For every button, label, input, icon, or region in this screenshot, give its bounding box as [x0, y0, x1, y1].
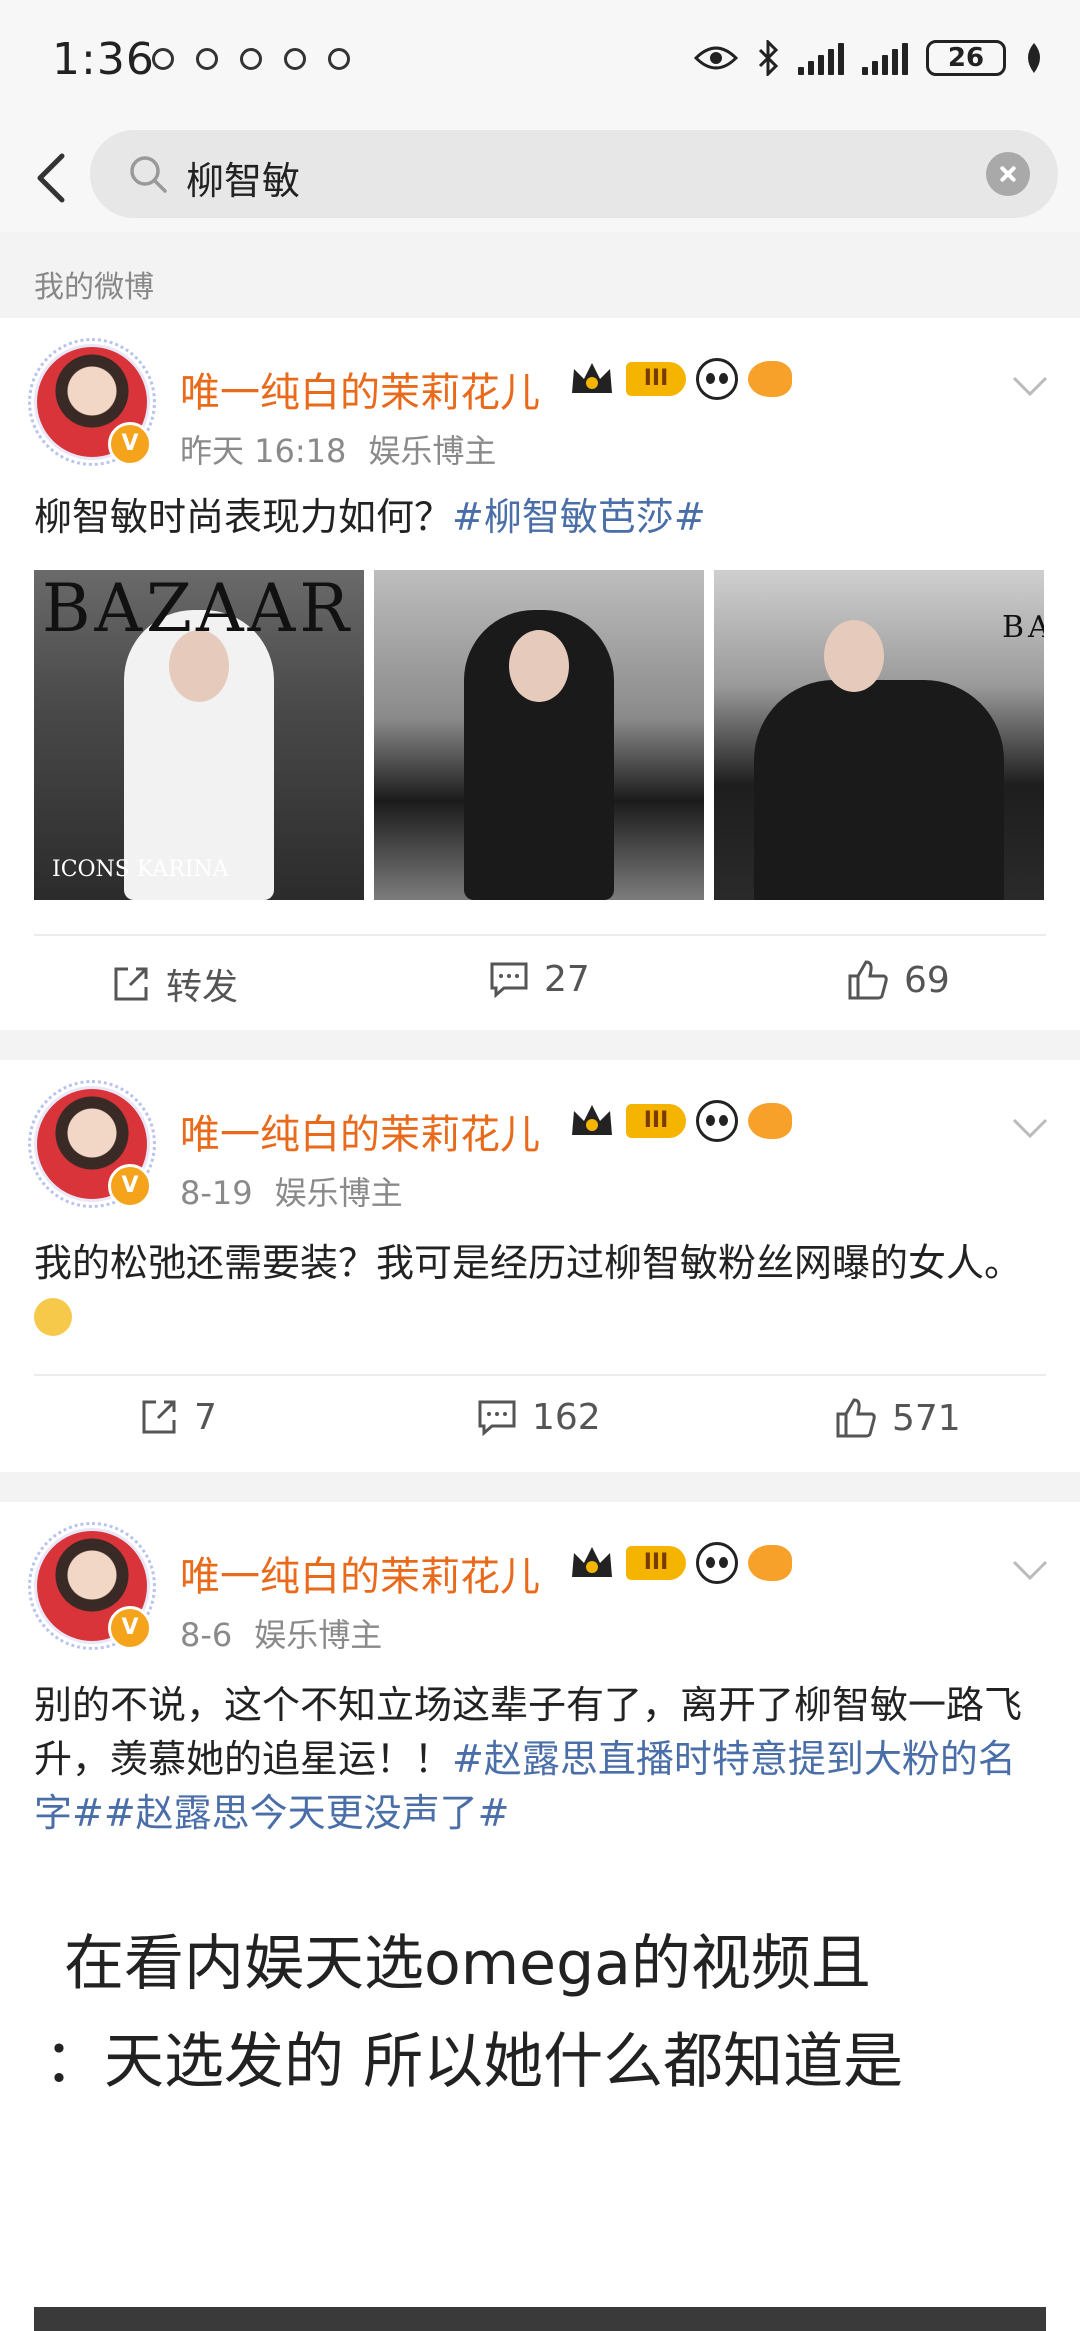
- post-text: 柳智敏时尚表现力如何？#柳智敏芭莎#: [34, 490, 1050, 544]
- status-bar: 1:36 26: [0, 0, 1080, 124]
- user-badges: III: [568, 1542, 792, 1584]
- post-time: 8-19: [180, 1174, 253, 1212]
- comment-icon: [478, 1400, 516, 1437]
- eye-icon: [694, 46, 738, 70]
- crown-icon: [572, 363, 612, 393]
- thumbs-up-icon: [836, 1398, 876, 1438]
- leaf-icon: [1028, 43, 1040, 73]
- post-source: 娱乐博主: [254, 1616, 383, 1654]
- post-meta: 昨天 16:18 娱乐博主: [180, 426, 496, 472]
- image-title: BAZAAR: [42, 570, 354, 647]
- post-text: 别的不说，这个不知立场这辈子有了，离开了柳智敏一路飞升，羡慕她的追星运！！#赵露…: [34, 1678, 1050, 1840]
- video-progress-track: [34, 2307, 1046, 2331]
- post-text-content: 柳智敏时尚表现力如何？: [34, 495, 453, 539]
- panda-icon: [696, 358, 738, 400]
- image-face: [824, 620, 884, 692]
- status-time: 1:36: [52, 34, 155, 85]
- battery-icon: 26: [926, 40, 1006, 76]
- repost-button[interactable]: 7: [138, 1396, 217, 1438]
- video-caption-line: 在看内娱天选omega的视频且: [64, 1929, 871, 1999]
- image-title: BA: [1002, 610, 1044, 645]
- notification-icon: [240, 48, 262, 70]
- bluetooth-icon: [758, 40, 779, 76]
- user-badges: III: [568, 1100, 792, 1142]
- post-card[interactable]: V 唯一纯白的茉莉花儿 III 8-19 娱乐博主 我的松弛还需要装？我可是经历过…: [0, 1060, 1080, 1472]
- notification-icon: [284, 48, 306, 70]
- like-count: 571: [892, 1397, 961, 1439]
- verified-badge-icon: V: [108, 1164, 152, 1208]
- fish-icon: [748, 1545, 792, 1581]
- back-arrow-icon[interactable]: [20, 142, 90, 212]
- post-image[interactable]: [374, 570, 704, 900]
- clear-search-button[interactable]: [986, 152, 1030, 196]
- section-title: 我的微博: [34, 270, 154, 305]
- crown-icon: [572, 1105, 612, 1135]
- panda-icon: [696, 1100, 738, 1142]
- share-icon: [114, 967, 148, 1001]
- fish-icon: [748, 1103, 792, 1139]
- video-caption-line: ：天选发的 所以她什么都知道是: [44, 2027, 904, 2097]
- notification-icon: [196, 48, 218, 70]
- signal-icon: [862, 41, 908, 75]
- author-name[interactable]: 唯一纯白的茉莉花儿: [180, 1102, 540, 1160]
- chevron-down-icon[interactable]: [1010, 1550, 1050, 1590]
- verified-badge-icon: V: [108, 1606, 152, 1650]
- post-meta: 8-6 娱乐博主: [180, 1610, 382, 1656]
- like-count: 69: [904, 959, 950, 1001]
- post-source: 娱乐博主: [274, 1174, 403, 1212]
- status-indicators: 26: [694, 40, 1044, 76]
- post-time: 8-6: [180, 1616, 233, 1654]
- post-text-content: 我的松弛还需要装？我可是经历过柳智敏粉丝网曝的女人。: [34, 1241, 1023, 1285]
- topic-tag[interactable]: #柳智敏芭莎#: [452, 495, 706, 539]
- level-badge: III: [626, 1546, 686, 1580]
- search-input[interactable]: 柳智敏: [186, 150, 300, 205]
- search-icon: [130, 156, 167, 193]
- author-name[interactable]: 唯一纯白的茉莉花儿: [180, 1544, 540, 1602]
- chevron-down-icon[interactable]: [1010, 366, 1050, 406]
- post-image[interactable]: BA: [714, 570, 1044, 900]
- comment-count: 27: [544, 958, 590, 1000]
- action-divider: [34, 934, 1046, 936]
- post-time: 昨天 16:18: [180, 432, 347, 470]
- crown-icon: [572, 1547, 612, 1577]
- like-button[interactable]: 571: [834, 1396, 961, 1440]
- like-button[interactable]: 69: [846, 958, 950, 1002]
- comment-icon: [490, 962, 528, 999]
- image-figure: [754, 680, 1004, 900]
- verified-badge-icon: V: [108, 422, 152, 466]
- thinking-emoji-icon: [34, 1298, 72, 1336]
- comment-count: 162: [532, 1396, 601, 1438]
- level-badge: III: [626, 1104, 686, 1138]
- post-source: 娱乐博主: [368, 432, 497, 470]
- author-name[interactable]: 唯一纯白的茉莉花儿: [180, 360, 540, 418]
- post-meta: 8-19 娱乐博主: [180, 1168, 403, 1214]
- search-header: 柳智敏: [0, 124, 1080, 232]
- notification-icon: [328, 48, 350, 70]
- notification-icon: [152, 48, 174, 70]
- panda-icon: [696, 1542, 738, 1584]
- level-badge: III: [626, 362, 686, 396]
- post-text: 我的松弛还需要装？我可是经历过柳智敏粉丝网曝的女人。: [34, 1236, 1050, 1344]
- post-card[interactable]: V 唯一纯白的茉莉花儿 III 昨天 16:18 娱乐博主 柳智敏时尚表现力如何？…: [0, 318, 1080, 1030]
- image-subtitle: ICONS KARINA: [52, 857, 229, 882]
- repost-button[interactable]: 转发: [110, 958, 238, 1010]
- repost-label: 转发: [166, 967, 239, 1008]
- fish-icon: [748, 361, 792, 397]
- notification-icons: [152, 48, 350, 70]
- action-divider: [34, 1374, 1046, 1376]
- user-badges: III: [568, 358, 792, 400]
- comment-button[interactable]: 27: [488, 958, 590, 1000]
- post-video-preview[interactable]: 在看内娱天选omega的视频且 ：天选发的 所以她什么都知道是: [34, 1855, 1046, 2331]
- search-bar[interactable]: 柳智敏: [90, 130, 1058, 218]
- share-icon: [142, 1400, 176, 1434]
- chevron-down-icon[interactable]: [1010, 1108, 1050, 1148]
- image-face: [509, 630, 569, 702]
- repost-count: 7: [194, 1396, 217, 1438]
- signal-icon: [798, 41, 844, 75]
- comment-button[interactable]: 162: [476, 1396, 601, 1438]
- post-image[interactable]: BAZAAR ICONS KARINA: [34, 570, 364, 900]
- thumbs-up-icon: [848, 960, 888, 1000]
